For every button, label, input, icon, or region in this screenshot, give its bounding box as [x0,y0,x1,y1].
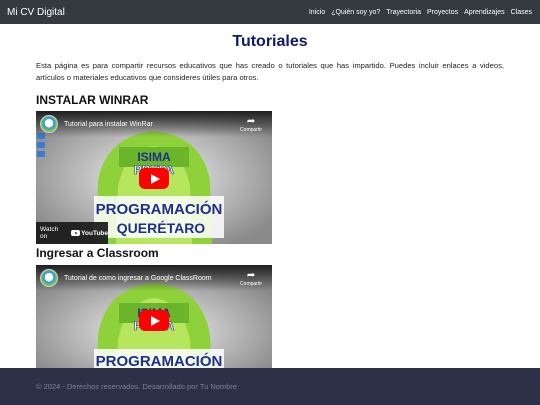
play-icon[interactable] [139,310,169,331]
video-title[interactable]: Tutorial de como ingresar a Google Class… [64,275,212,282]
video-player-winrar[interactable]: ISIMA PREPA PROGRAMACIÓN QUERÉTARO Tutor… [36,111,272,244]
thumb-banner-1: PROGRAMACIÓN [96,200,223,218]
share-label: Compartir [240,127,262,133]
nav-link-proyectos[interactable]: Proyectos [427,9,458,16]
footer-text: © 2024 - Derechos reservados. Desarrolla… [36,382,238,391]
video-player-classroom[interactable]: ISIMA PREPA PROGRAMACIÓN Tutorial de com… [36,265,272,368]
brand-link[interactable]: Mi CV Digital [7,7,65,18]
video-header: Tutorial para instalar WinRar [36,111,272,137]
footer: © 2024 - Derechos reservados. Desarrolla… [0,368,540,405]
channel-avatar-icon[interactable] [40,269,58,287]
nav-link-trayectoria[interactable]: Trayectoria [386,9,421,16]
share-button[interactable]: ➦ Compartir [240,116,262,133]
desktop-icons [37,133,47,160]
navbar: Mi CV Digital Inicio ¿Quién soy yo? Tray… [0,0,540,24]
watch-on-label: Watch on [40,226,59,240]
nav-link-aprendizajes[interactable]: Aprendizajes [464,9,504,16]
video-header: Tutorial de como ingresar a Google Class… [36,265,272,291]
nav-link-clases[interactable]: Clases [511,9,532,16]
watch-on-youtube-button[interactable]: Watch on YouTube [36,222,108,244]
thumb-top-text: ISIMA [137,150,171,164]
nav-link-quien-soy-yo[interactable]: ¿Quién soy yo? [331,9,380,16]
share-label: Compartir [240,281,262,287]
main-content: Tutoriales Esta página es para compartir… [0,24,540,368]
section-heading-classroom: Ingresar a Classroom [36,246,159,260]
play-icon[interactable] [139,167,169,189]
video-title[interactable]: Tutorial para instalar WinRar [64,121,153,128]
nav-link-inicio[interactable]: Inicio [309,9,325,16]
channel-avatar-icon[interactable] [40,115,58,133]
thumb-banner-1: PROGRAMACIÓN [96,352,223,368]
page-title: Tutoriales [232,33,308,50]
youtube-logo-icon: YouTube [71,230,108,237]
share-button[interactable]: ➦ Compartir [240,270,262,287]
intro-paragraph: Esta página es para compartir recursos e… [36,61,504,82]
section-heading-winrar: INSTALAR WINRAR [36,93,149,107]
thumb-banner-2: QUERÉTARO [117,220,206,236]
nav-links: Inicio ¿Quién soy yo? Trayectoria Proyec… [309,9,532,16]
